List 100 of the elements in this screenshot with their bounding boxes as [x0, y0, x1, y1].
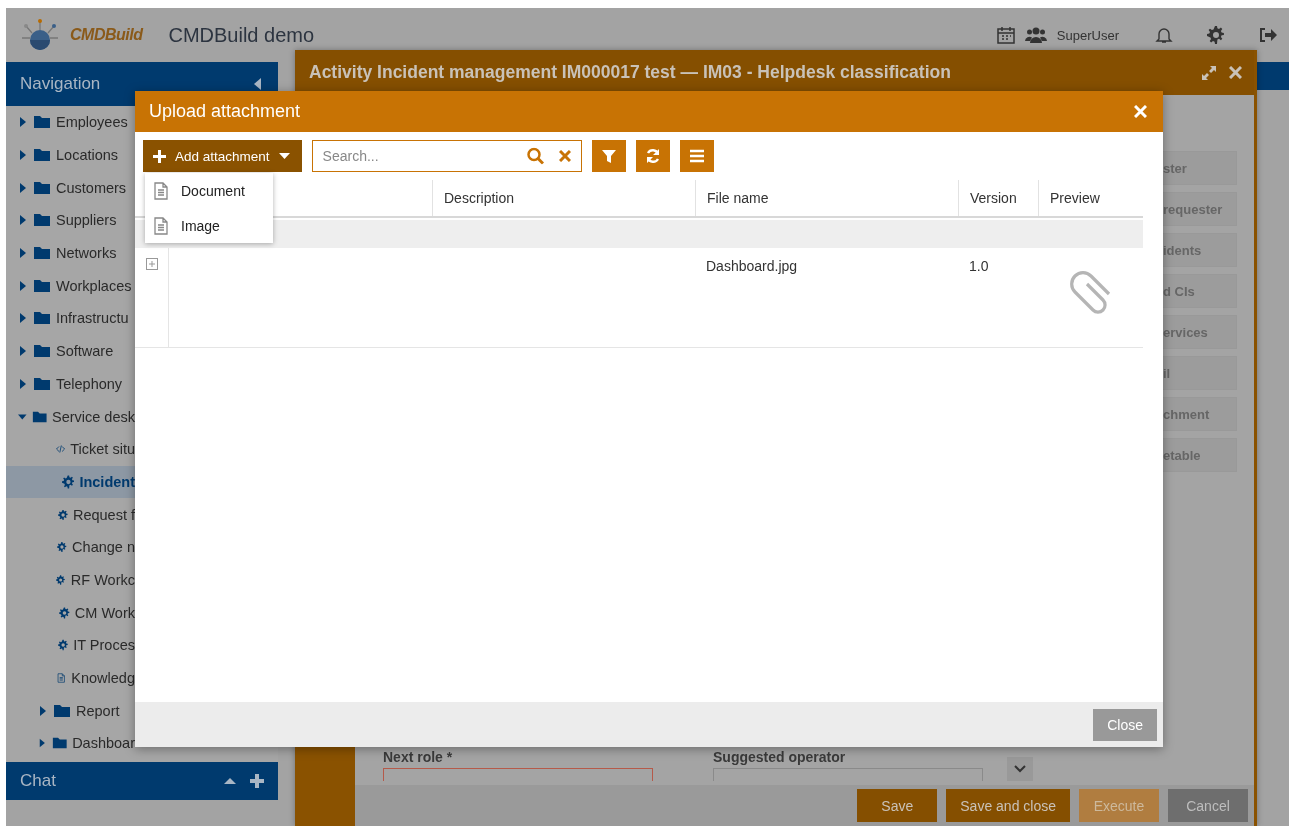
- tree-item[interactable]: Employees: [6, 106, 135, 139]
- tree-item-label: Dashboar: [72, 735, 135, 752]
- collapse-arrow-icon[interactable]: [18, 411, 27, 422]
- tree-item-label: Networks: [56, 245, 117, 262]
- user-menu[interactable]: SuperUser: [1056, 27, 1119, 43]
- expand-arrow-icon[interactable]: [18, 313, 28, 324]
- maximize-icon[interactable]: [1201, 64, 1217, 81]
- tree-item[interactable]: Knowledg: [6, 661, 135, 695]
- column-header[interactable]: File name: [695, 180, 958, 216]
- search-field[interactable]: Search...: [311, 140, 582, 172]
- expand-arrow-icon[interactable]: [18, 346, 28, 357]
- settings-icon[interactable]: [1207, 26, 1225, 44]
- tree-item-label: Suppliers: [56, 212, 117, 229]
- action-button[interactable]: Save and close: [946, 789, 1070, 822]
- panel-title: Chat: [20, 771, 56, 791]
- collapse-icon[interactable]: [254, 78, 262, 90]
- expand-arrow-icon[interactable]: [18, 248, 28, 259]
- tree-item-label: Request f: [72, 506, 135, 523]
- users-icon[interactable]: [1024, 26, 1047, 44]
- tree-item-label: Service desk: [52, 408, 135, 425]
- column-header[interactable]: Preview: [1038, 180, 1143, 216]
- search-icon[interactable]: [526, 147, 544, 165]
- logo-text: CMDBuild: [70, 26, 143, 44]
- logout-icon[interactable]: [1259, 27, 1277, 43]
- menu-item[interactable]: Image: [181, 217, 220, 234]
- tree-item[interactable]: Request f: [6, 498, 135, 531]
- tree-item-label: IT Proces: [73, 637, 135, 654]
- tree-item[interactable]: IT Proces: [6, 629, 135, 662]
- tree-item-label: Change n: [72, 539, 135, 556]
- close-icon[interactable]: [1229, 66, 1242, 79]
- select-field[interactable]: [713, 768, 983, 781]
- expand-arrow-icon[interactable]: [18, 378, 28, 389]
- tree-item[interactable]: Incident: [6, 465, 135, 499]
- field-label: Next role *: [383, 749, 454, 765]
- tree-item[interactable]: Customers: [6, 171, 135, 205]
- expand-button[interactable]: [1007, 757, 1033, 781]
- tree-item[interactable]: RF Workc: [6, 563, 135, 597]
- expand-arrow-icon[interactable]: [18, 182, 28, 193]
- menu-icon: [688, 148, 705, 164]
- document-icon: [153, 216, 169, 235]
- tree-item[interactable]: Workplaces: [6, 269, 135, 303]
- tree-item-label: Customers: [56, 179, 127, 196]
- select-field[interactable]: [383, 768, 653, 781]
- tree-item-label: Knowledg: [71, 670, 135, 687]
- tree-item[interactable]: Software: [6, 334, 135, 368]
- tree-item-label: Workplaces: [56, 277, 132, 294]
- tree-item-label: Infrastructu: [56, 310, 129, 327]
- tree-item-label: CM Work: [74, 604, 135, 621]
- tree-item-label: Locations: [56, 147, 119, 164]
- expand-row-icon[interactable]: [145, 258, 158, 270]
- tree-item-label: Incident: [79, 473, 135, 490]
- chevron-down-icon: [1014, 765, 1026, 773]
- panel-title: Navigation: [20, 74, 101, 94]
- menu-button[interactable]: [679, 140, 714, 172]
- expand-arrow-icon[interactable]: [38, 705, 48, 716]
- refresh-icon: [644, 148, 661, 164]
- tree-item[interactable]: Change n: [6, 530, 135, 564]
- expand-arrow-icon[interactable]: [38, 738, 47, 749]
- tree-item[interactable]: Ticket situ: [6, 432, 135, 466]
- tree-item[interactable]: Dashboar: [6, 727, 135, 760]
- expand-arrow-icon[interactable]: [18, 117, 28, 128]
- field-label: Suggested operator: [713, 749, 847, 765]
- table-cell: Dashboard.jpg: [706, 258, 798, 274]
- column-header[interactable]: Version: [958, 180, 1038, 216]
- clear-icon[interactable]: [558, 150, 571, 162]
- caret-icon: [278, 152, 290, 160]
- action-button[interactable]: Save: [857, 789, 938, 822]
- add-attachment-button[interactable]: Add attachment: [143, 140, 302, 172]
- document-icon: [153, 181, 169, 200]
- column-header[interactable]: Description: [432, 180, 695, 216]
- bell-icon[interactable]: [1155, 26, 1173, 44]
- expand-arrow-icon[interactable]: [18, 280, 28, 291]
- filter-button[interactable]: [591, 140, 626, 172]
- filter-icon: [600, 148, 617, 164]
- app-title: CMDBuild demo: [168, 23, 315, 47]
- refresh-button[interactable]: [635, 140, 670, 172]
- tree-item[interactable]: Suppliers: [6, 204, 135, 237]
- tree-item[interactable]: Report: [6, 694, 135, 728]
- tree-item-label: Software: [56, 343, 114, 360]
- tree-item[interactable]: Telephony: [6, 367, 135, 401]
- tree-item[interactable]: Networks: [6, 236, 135, 270]
- menu-item[interactable]: Document: [181, 182, 245, 199]
- tree-item[interactable]: Service desk: [6, 400, 135, 433]
- plus-icon: [153, 149, 166, 163]
- table-cell: 1.0: [969, 258, 989, 274]
- add-icon[interactable]: [250, 774, 264, 788]
- logo-icon: [20, 18, 60, 52]
- tree-item[interactable]: Infrastructu: [6, 302, 135, 335]
- tree-item-label: RF Workc: [70, 571, 135, 588]
- tree-item[interactable]: CM Work: [6, 596, 135, 629]
- window-title: Activity Incident management IM000017 test — IM03 - Helpdesk classification: [309, 62, 952, 83]
- expand-arrow-icon[interactable]: [18, 150, 28, 161]
- collapse-icon[interactable]: [224, 777, 236, 785]
- expand-arrow-icon[interactable]: [18, 215, 28, 226]
- calendar-icon[interactable]: [996, 26, 1015, 44]
- tree-item-label: Employees: [56, 114, 128, 131]
- tree-item-label: Telephony: [56, 375, 123, 392]
- tree-item[interactable]: Locations: [6, 138, 135, 172]
- dialog-title: Upload attachment: [149, 101, 301, 122]
- tree-item-label: Report: [76, 702, 120, 719]
